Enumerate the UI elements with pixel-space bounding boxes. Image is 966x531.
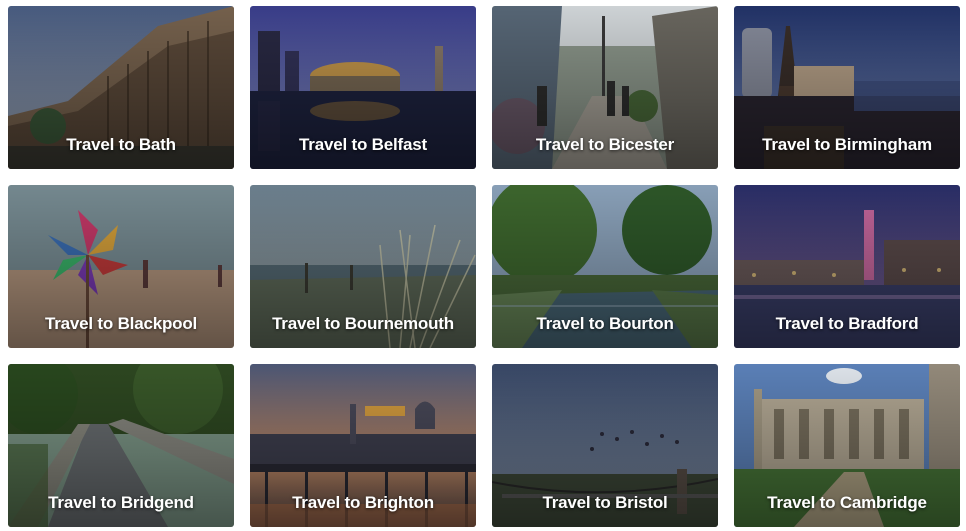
card-label: Travel to Bath — [66, 135, 176, 154]
destination-card-blackpool[interactable]: Travel to Blackpool — [8, 185, 234, 348]
card-label: Travel to Belfast — [299, 135, 427, 154]
destination-card-bristol[interactable]: Travel to Bristol — [492, 364, 718, 527]
destination-card-cambridge[interactable]: Travel to Cambridge — [734, 364, 960, 527]
card-label: Travel to Bicester — [535, 135, 675, 154]
destination-card-belfast[interactable]: Travel to Belfast — [250, 6, 476, 169]
destination-card-bournemouth[interactable]: Travel to Bournemouth — [250, 185, 476, 348]
destination-card-brighton[interactable]: Travel to Brighton — [250, 364, 476, 527]
card-label: Travel to Bridgend — [48, 493, 194, 512]
destination-card-birmingham[interactable]: Travel to Birmingham — [734, 6, 960, 169]
destination-card-bradford[interactable]: Travel to Bradford — [734, 185, 960, 348]
destination-card-bourton[interactable]: Travel to Bourton — [492, 185, 718, 348]
card-label: Travel to Brighton — [292, 493, 434, 512]
card-label: Travel to Birmingham — [762, 135, 932, 154]
card-label: Travel to Bournemouth — [272, 314, 454, 333]
destination-card-bridgend[interactable]: Travel to Bridgend — [8, 364, 234, 527]
card-label: Travel to Cambridge — [767, 493, 927, 512]
destination-card-bicester[interactable]: Travel to Bicester — [492, 6, 718, 169]
card-label: Travel to Blackpool — [44, 314, 198, 333]
destination-card-bath[interactable]: Travel to Bath — [8, 6, 234, 169]
card-label: Travel to Bradford — [775, 314, 919, 333]
destination-grid: Travel to Bath Travel to Belfast Travel … — [0, 0, 966, 531]
card-label: Travel to Bourton — [536, 314, 674, 333]
card-label: Travel to Bristol — [542, 493, 668, 512]
